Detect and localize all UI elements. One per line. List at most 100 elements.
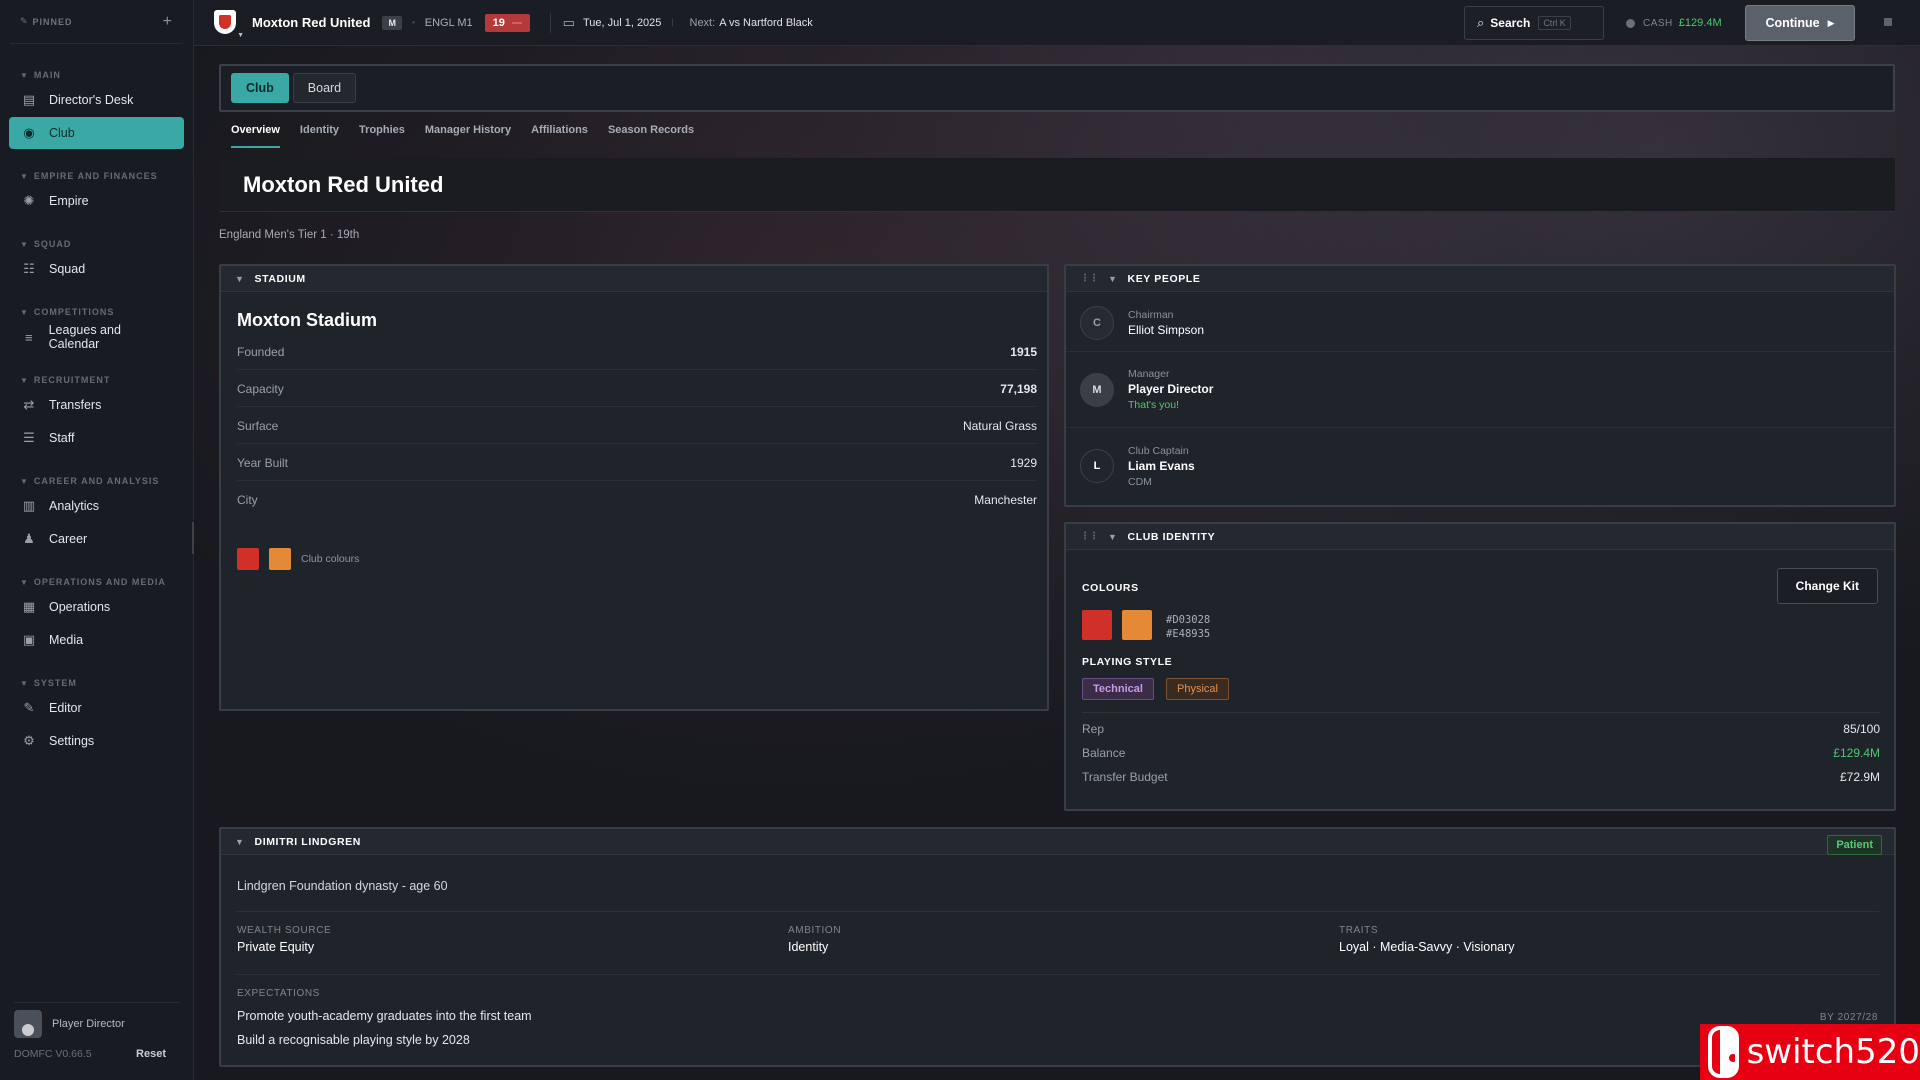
stadium-row: Founded 1915	[237, 334, 1037, 370]
sidebar-item-squad[interactable]: ☷ Squad	[9, 253, 184, 285]
change-kit-button[interactable]: Change Kit	[1776, 568, 1878, 604]
chevron-down-icon: ▼	[20, 240, 29, 249]
ambition-label: AMBITION	[788, 925, 842, 936]
search-button[interactable]: ⌕ Search Ctrl K	[1464, 6, 1604, 40]
owner-panel: ▼ DIMITRI LINDGREN Patient Lindgren Foun…	[219, 827, 1896, 1067]
identity-stat-row: Balance £129.4M	[1082, 746, 1880, 760]
row-label: City	[237, 493, 258, 507]
pinned-label: PINNED	[32, 16, 73, 27]
play-icon: ▶	[1827, 17, 1835, 28]
chevron-down-icon: ▼	[235, 836, 245, 847]
person-row-manager[interactable]: M Manager Player Director That's you!	[1066, 352, 1894, 428]
ambition-value: Identity	[788, 940, 829, 954]
sidebar-section-title: SYSTEM	[33, 678, 77, 688]
sidebar-item-operations[interactable]: ▦ Operations	[9, 591, 184, 623]
add-pinned-button[interactable]: +	[163, 13, 173, 31]
sidebar-item-leagues-and-calendar[interactable]: ≡ Leagues and Calendar	[9, 321, 184, 353]
row-value: 1915	[1010, 344, 1037, 359]
sidebar-section-title: COMPETITIONS	[33, 307, 115, 317]
club-identity-panel: ⋮⋮ ▼ CLUB IDENTITY COLOURS Change Kit #D…	[1064, 522, 1896, 811]
row-label: Surface	[237, 418, 279, 433]
expectations-label: EXPECTATIONS	[237, 988, 320, 999]
league-position: 19	[492, 16, 505, 29]
stadium-row: Surface Natural Grass	[237, 408, 1037, 444]
sidebar-section-header[interactable]: ▼ SQUAD	[0, 227, 193, 249]
drag-handle-icon[interactable]: ⋮⋮	[1080, 531, 1099, 542]
person-name: Liam Evans	[1128, 458, 1195, 473]
current-date: Tue, Jul 1, 2025	[582, 16, 662, 29]
chevron-down-icon: ▼	[235, 273, 245, 284]
sidebar-item-club[interactable]: ◉ Club	[9, 117, 184, 149]
window-menu-icon[interactable]	[1884, 18, 1892, 26]
list-icon: ≡	[25, 329, 33, 345]
row-label: Founded	[237, 344, 285, 359]
secondary-colour-swatch	[269, 548, 291, 570]
avatar: M	[1080, 372, 1114, 407]
person-row-captain[interactable]: L Club Captain Liam Evans CDM	[1066, 428, 1894, 504]
sidebar-item-label: Empire	[49, 194, 89, 208]
tab-board[interactable]: Board	[292, 73, 357, 103]
wealth-source: WEALTH SOURCE Private Equity	[237, 925, 331, 954]
owner-panel-header[interactable]: ▼ DIMITRI LINDGREN	[221, 829, 1894, 855]
person-role: Manager	[1128, 368, 1170, 380]
pin-icon: ◉	[23, 125, 35, 140]
key-people-panel-header[interactable]: ⋮⋮ ▼ KEY PEOPLE	[1066, 266, 1894, 292]
sub-tabs: Overview Identity Trophies Manager Histo…	[231, 120, 714, 148]
subtab-season-records[interactable]: Season Records	[608, 120, 694, 148]
sidebar: ✎ PINNED + ▼ MAIN ▤ Director's Desk ◉ Club ▼ EM…	[0, 0, 194, 1080]
club-crest-icon	[214, 9, 236, 34]
top-bar: ▼ Moxton Red United M • ENGL M1 19 ▭ Tue…	[194, 0, 1920, 46]
sidebar-section-title: RECRUITMENT	[33, 375, 111, 385]
sidebar-section-header[interactable]: ▼ EMPIRE AND FINANCES	[0, 159, 193, 181]
sidebar-item-media[interactable]: ▣ Media	[9, 624, 184, 656]
traits-value: Loyal · Media-Savvy · Visionary	[1339, 940, 1515, 954]
sidebar-item-transfers[interactable]: ⇄ Transfers	[9, 389, 184, 421]
traits: TRAITS Loyal · Media-Savvy · Visionary	[1339, 925, 1515, 954]
identity-stat-row: Transfer Budget £72.9M	[1082, 770, 1880, 784]
stadium-row: Capacity 77,198	[237, 371, 1037, 407]
search-icon: ⌕	[1477, 15, 1485, 30]
person-row-chairman[interactable]: C Chairman Elliot Simpson	[1066, 294, 1894, 352]
stadium-panel-header[interactable]: ▼ STADIUM	[221, 266, 1047, 292]
continue-button[interactable]: Continue ▶	[1745, 5, 1855, 41]
page-title: Moxton Red United	[243, 171, 444, 197]
wealth-value: Private Equity	[237, 940, 315, 954]
sidebar-item-label: Director's Desk	[49, 93, 134, 107]
owner-temperament-badge: Patient	[1827, 835, 1882, 855]
secondary-colour-swatch	[1122, 610, 1152, 640]
subtab-manager-history[interactable]: Manager History	[425, 120, 511, 148]
style-tag-technical: Technical	[1082, 678, 1154, 700]
subtab-trophies[interactable]: Trophies	[359, 120, 405, 148]
stadium-name: Moxton Stadium	[237, 310, 377, 330]
chevron-down-icon: ▼	[20, 172, 29, 181]
sidebar-item-analytics[interactable]: ▥ Analytics	[9, 490, 184, 522]
club-identity-panel-header[interactable]: ⋮⋮ ▼ CLUB IDENTITY	[1066, 524, 1894, 550]
sidebar-section-header[interactable]: ▼ OPERATIONS AND MEDIA	[0, 565, 193, 587]
sidebar-item-settings[interactable]: ⚙ Settings	[9, 725, 184, 757]
cash-display: CASH £129.4M	[1626, 0, 1722, 46]
subtab-affiliations[interactable]: Affiliations	[531, 120, 588, 148]
building-icon: ▦	[22, 599, 36, 614]
stat-value: £72.9M	[1839, 770, 1880, 784]
stadium-panel: ▼ STADIUM Moxton Stadium Founded 1915 Ca…	[219, 264, 1049, 711]
sidebar-section-header[interactable]: ▼ COMPETITIONS	[0, 295, 193, 317]
subtab-identity[interactable]: Identity	[300, 120, 339, 148]
sidebar-item-director-s-desk[interactable]: ▤ Director's Desk	[9, 84, 184, 116]
sidebar-item-career[interactable]: ♟ Career	[9, 523, 184, 555]
reset-button[interactable]: Reset	[136, 1048, 166, 1060]
drag-handle-icon[interactable]: ⋮⋮	[1080, 273, 1099, 284]
tab-club[interactable]: Club	[231, 73, 289, 103]
next-match[interactable]: A vs Nartford Black	[719, 17, 813, 29]
sidebar-item-editor[interactable]: ✎ Editor	[9, 692, 184, 724]
sidebar-section-header[interactable]: ▼ CAREER AND ANALYSIS	[0, 464, 193, 486]
sidebar-section-header[interactable]: ▼ MAIN	[0, 58, 193, 80]
club-crest-dropdown[interactable]: ▼	[214, 9, 244, 39]
sidebar-section-header[interactable]: ▼ RECRUITMENT	[0, 363, 193, 385]
pinned-header: ✎ PINNED +	[10, 0, 183, 44]
sidebar-item-empire[interactable]: ✺ Empire	[9, 185, 184, 217]
sidebar-section-header[interactable]: ▼ SYSTEM	[0, 666, 193, 688]
sidebar-item-staff[interactable]: ☰ Staff	[9, 422, 184, 454]
subtab-overview[interactable]: Overview	[231, 120, 280, 148]
league-position-badge: 19	[484, 13, 530, 32]
user-profile[interactable]: Player Director	[14, 1002, 180, 1038]
